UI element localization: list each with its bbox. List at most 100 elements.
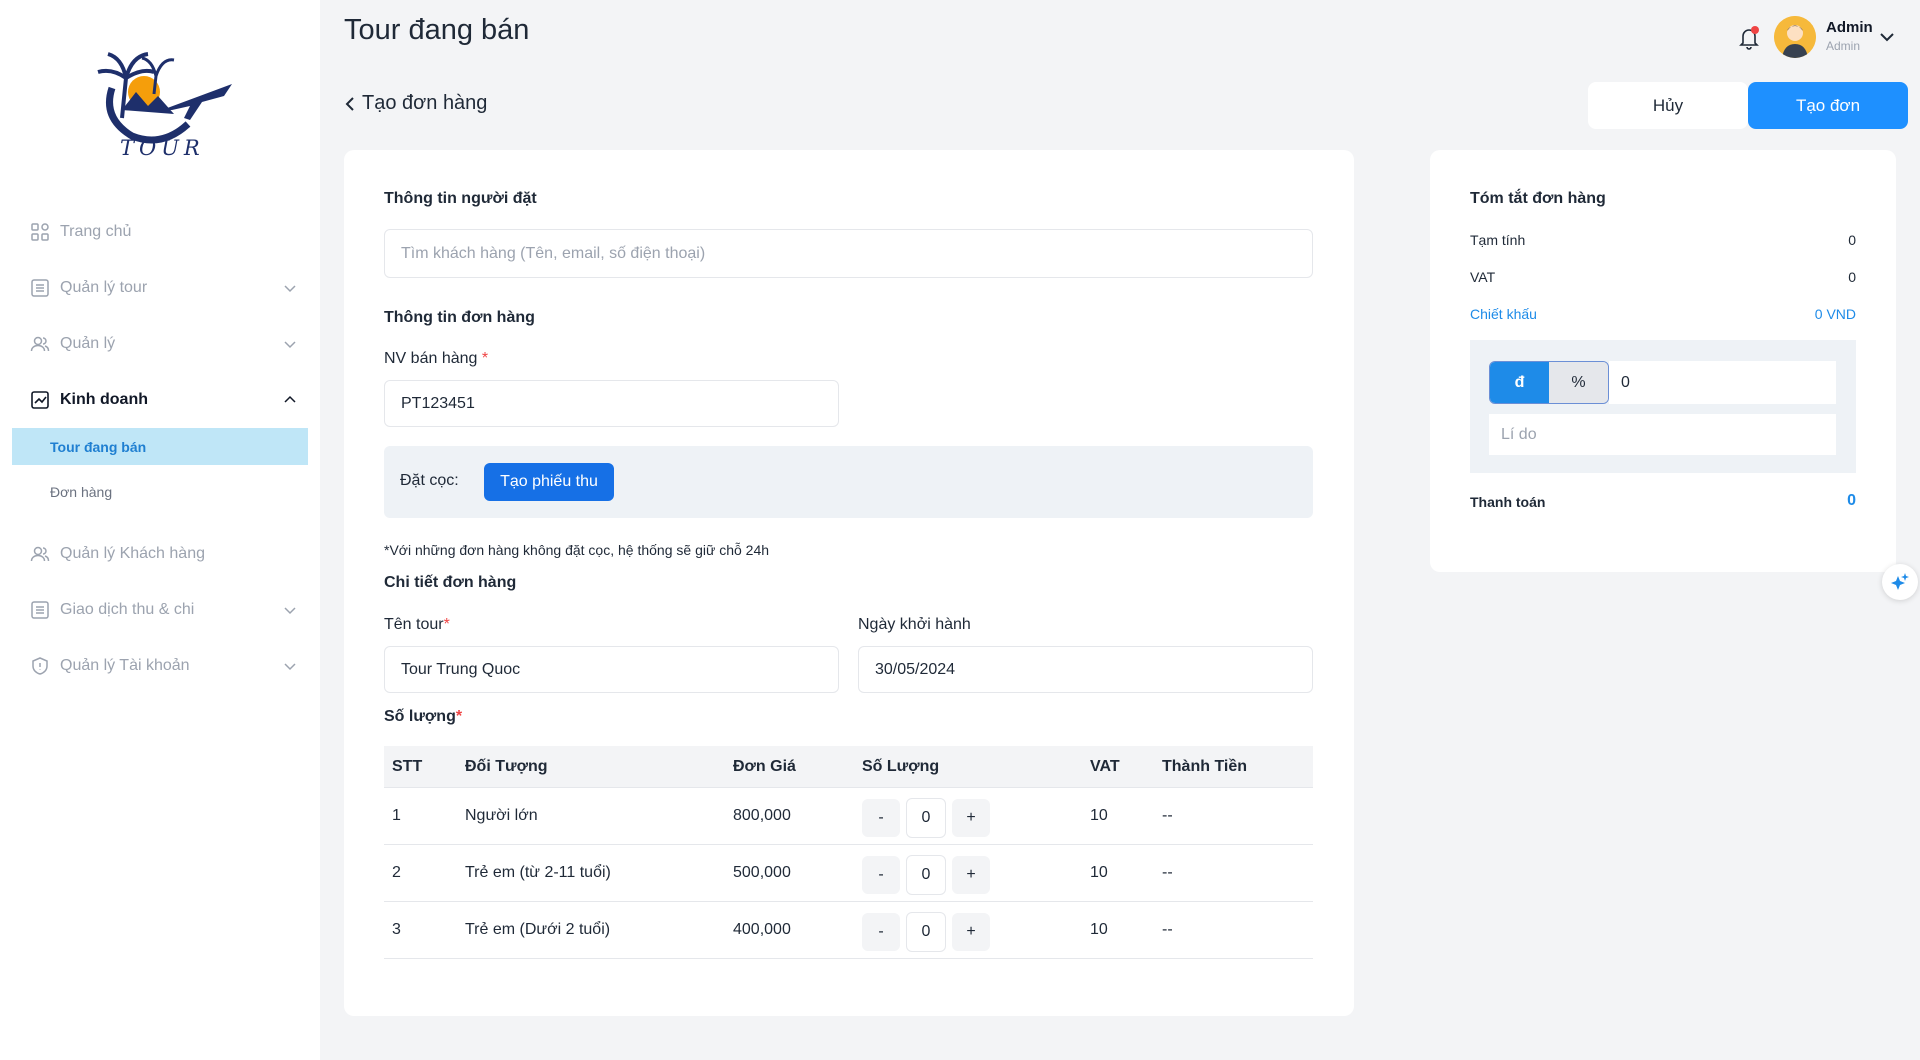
customer-search-input[interactable] xyxy=(384,229,1313,278)
quantity-input[interactable] xyxy=(906,912,946,952)
increment-button[interactable]: + xyxy=(952,856,990,894)
sidebar-item-label: Kinh doanh xyxy=(60,391,148,408)
discount-reason-input[interactable] xyxy=(1489,414,1836,455)
sidebar: TOUR Trang chủ Quản lý tour Quản lý Kinh… xyxy=(0,0,320,1060)
cell-stt: 3 xyxy=(392,921,401,938)
table-row: 3 Trẻ em (Dưới 2 tuổi) 400,000 - + 10 -- xyxy=(384,902,1313,959)
deposit-box: Đặt cọc: Tạo phiếu thu xyxy=(384,446,1313,518)
table-row: 2 Trẻ em (từ 2-11 tuổi) 500,000 - + 10 -… xyxy=(384,845,1313,902)
list-icon xyxy=(31,601,49,619)
order-summary-card: Tóm tắt đơn hàng Tạm tính 0 VAT 0 Chiết … xyxy=(1430,150,1896,572)
detail-section-title: Chi tiết đơn hàng xyxy=(384,574,517,591)
sales-label-text: NV bán hàng xyxy=(384,350,478,367)
deposit-note: *Với những đơn hàng không đặt cọc, hệ th… xyxy=(384,542,770,558)
sidebar-item-transactions[interactable]: Giao dịch thu & chi xyxy=(30,590,298,630)
discount-amount-input[interactable] xyxy=(1609,361,1836,404)
avatar[interactable] xyxy=(1774,16,1816,58)
order-section-title: Thông tin đơn hàng xyxy=(384,309,535,326)
cancel-button[interactable]: Hủy xyxy=(1588,82,1748,129)
sidebar-item-tour-management[interactable]: Quản lý tour xyxy=(30,268,298,308)
summary-title: Tóm tắt đơn hàng xyxy=(1470,190,1606,207)
cell-total: -- xyxy=(1162,921,1173,938)
quantity-stepper: - + xyxy=(862,798,990,838)
departure-date-input[interactable] xyxy=(858,646,1313,693)
sales-staff-input[interactable] xyxy=(384,380,839,427)
cell-price: 800,000 xyxy=(733,807,791,824)
tour-label-text: Tên tour xyxy=(384,616,444,633)
cell-stt: 1 xyxy=(392,807,401,824)
decrement-button[interactable]: - xyxy=(862,856,900,894)
sidebar-item-label: Quản lý Tài khoản xyxy=(60,657,190,674)
quantity-input[interactable] xyxy=(906,798,946,838)
sidebar-subitem-orders[interactable]: Đơn hàng xyxy=(12,473,308,510)
cell-target: Trẻ em (Dưới 2 tuổi) xyxy=(465,921,611,938)
discount-label[interactable]: Chiết khấu xyxy=(1470,306,1537,322)
sales-label: NV bán hàng * xyxy=(384,350,488,368)
users-icon xyxy=(30,546,50,562)
cell-stt: 2 xyxy=(392,864,401,881)
col-header: VAT xyxy=(1090,758,1120,775)
discount-panel: đ % xyxy=(1470,340,1856,473)
user-name[interactable]: Admin xyxy=(1826,19,1873,36)
sidebar-item-customer-management[interactable]: Quản lý Khách hàng xyxy=(30,534,298,574)
grid-icon xyxy=(31,223,49,241)
customer-section-title: Thông tin người đặt xyxy=(384,190,537,207)
quantity-input[interactable] xyxy=(906,855,946,895)
ai-assistant-button[interactable] xyxy=(1882,564,1918,600)
tour-name-input[interactable] xyxy=(384,646,839,693)
create-receipt-button[interactable]: Tạo phiếu thu xyxy=(484,463,614,501)
logo-text: TOUR xyxy=(120,136,205,160)
col-header: Thành Tiền xyxy=(1162,758,1248,775)
tour-label: Tên tour* xyxy=(384,616,450,634)
quantity-stepper: - + xyxy=(862,855,990,895)
discount-type-toggle: đ % xyxy=(1489,361,1609,404)
cell-total: -- xyxy=(1162,807,1173,824)
sidebar-item-account-management[interactable]: Quản lý Tài khoản xyxy=(30,646,298,686)
create-order-button[interactable]: Tạo đơn xyxy=(1748,82,1908,129)
sidebar-item-label: Quản lý tour xyxy=(60,279,148,296)
sidebar-item-business[interactable]: Kinh doanh xyxy=(30,380,298,420)
discount-row[interactable]: Chiết khấu 0 VND xyxy=(1470,306,1856,322)
chevron-up-icon xyxy=(284,395,296,403)
vat-value: 0 xyxy=(1848,269,1856,285)
user-role: Admin xyxy=(1826,39,1861,53)
users-icon xyxy=(30,336,50,352)
cell-vat: 10 xyxy=(1090,921,1108,938)
sidebar-item-label: Quản lý xyxy=(60,335,116,352)
shield-icon xyxy=(32,657,48,675)
decrement-button[interactable]: - xyxy=(862,799,900,837)
quantity-stepper: - + xyxy=(862,912,990,952)
subtotal-value: 0 xyxy=(1848,232,1856,248)
sidebar-item-label: Giao dịch thu & chi xyxy=(60,601,195,618)
discount-percent-option[interactable]: % xyxy=(1549,362,1608,403)
chevron-down-icon[interactable] xyxy=(1878,28,1896,46)
col-header: STT xyxy=(392,758,423,775)
cell-price: 500,000 xyxy=(733,864,791,881)
back-link[interactable]: Tạo đơn hàng xyxy=(344,92,487,115)
col-header: Đơn Giá xyxy=(733,758,796,775)
decrement-button[interactable]: - xyxy=(862,913,900,951)
quantity-section-text: Số lượng xyxy=(384,708,456,725)
sidebar-subitem-label: Đơn hàng xyxy=(50,483,113,500)
cell-total: -- xyxy=(1162,864,1173,881)
sidebar-subitem-label: Tour đang bán xyxy=(50,438,147,455)
vat-row: VAT 0 xyxy=(1470,269,1856,285)
sidebar-item-label: Quản lý Khách hàng xyxy=(60,545,205,562)
sidebar-item-home[interactable]: Trang chủ xyxy=(30,212,298,252)
required-mark: * xyxy=(443,616,450,633)
increment-button[interactable]: + xyxy=(952,913,990,951)
discount-currency-option[interactable]: đ xyxy=(1490,362,1549,403)
payment-value: 0 xyxy=(1847,492,1856,509)
back-link-label: Tạo đơn hàng xyxy=(362,92,488,114)
chevron-left-icon xyxy=(345,96,354,111)
increment-button[interactable]: + xyxy=(952,799,990,837)
sidebar-item-management[interactable]: Quản lý xyxy=(30,324,298,364)
notification-dot xyxy=(1751,26,1759,34)
order-form-card: Thông tin người đặt Thông tin đơn hàng N… xyxy=(344,150,1354,1016)
chevron-down-icon xyxy=(284,285,296,293)
required-mark: * xyxy=(481,350,489,367)
cell-target: Người lớn xyxy=(465,807,538,824)
sidebar-subitem-tours-on-sale[interactable]: Tour đang bán xyxy=(12,428,308,465)
quantity-section-title: Số lượng* xyxy=(384,708,462,726)
cell-price: 400,000 xyxy=(733,921,791,938)
